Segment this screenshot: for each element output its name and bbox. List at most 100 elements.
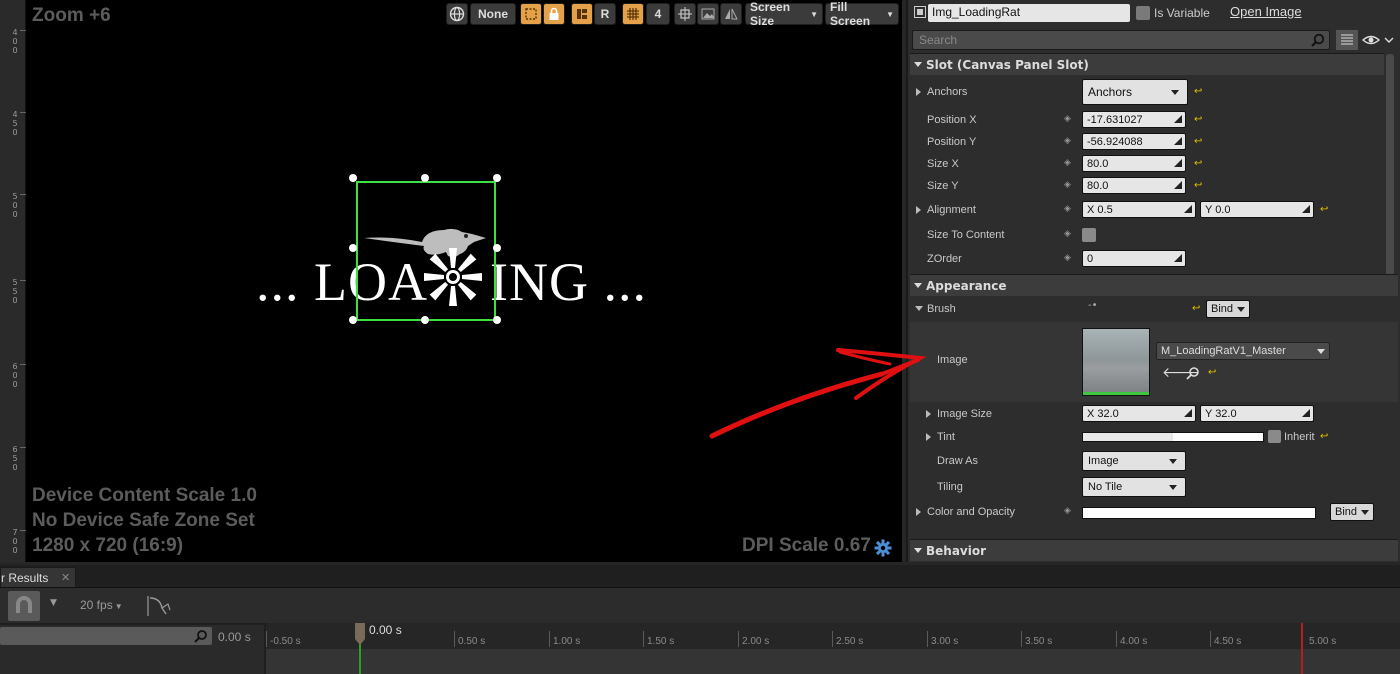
binding-diamond-icon[interactable]: ◈ [1064,506,1071,516]
color-opacity-swatch[interactable] [1082,507,1316,519]
size-x-label: Size X [927,158,959,170]
curve-editor-icon[interactable] [142,594,176,618]
image-asset-dropdown[interactable]: M_LoadingRatV1_Master [1156,342,1330,360]
expand-arrow-icon[interactable] [916,206,921,214]
timeline-tick-label: 4.00 s [1120,636,1148,647]
results-tab-label: r Results [1,571,49,585]
image-size-x-input[interactable]: X 32.0 [1082,405,1196,422]
inherit-checkbox[interactable] [1268,430,1281,443]
timeline-tick [738,631,739,647]
chevron-down-icon[interactable]: ▼ [50,598,57,608]
property-matrix-icon[interactable] [1336,30,1358,50]
slot-section-header[interactable]: Slot (Canvas Panel Slot) [910,53,1384,75]
resize-handle[interactable] [421,316,429,324]
transform-mode-icon[interactable] [520,3,542,25]
position-x-input[interactable]: -17.631027 [1082,111,1186,128]
drag-handle-icon [1184,205,1192,213]
reset-arrow-icon[interactable]: ↩ [1194,87,1203,97]
fps-dropdown[interactable]: 20 fps ▼ [80,598,123,612]
screen-size-dropdown[interactable]: Screen Size ▼ [745,0,823,28]
scrollbar[interactable] [1386,54,1394,276]
position-y-input[interactable]: -56.924088 [1082,133,1186,150]
draw-as-dropdown[interactable]: Image [1082,451,1186,471]
mirror-icon[interactable] [720,3,742,25]
behavior-section-header[interactable]: Behavior [910,539,1398,561]
image-preview-icon[interactable] [697,3,719,25]
position-x-label: Position X [927,114,977,126]
track-search-input[interactable] [0,627,212,645]
visibility-eye-icon[interactable] [1362,32,1394,48]
reset-arrow-icon[interactable]: ↩ [1194,181,1203,191]
reset-arrow-icon[interactable]: ↩ [1194,115,1203,125]
gear-icon[interactable] [874,539,892,557]
playhead-handle[interactable] [354,623,366,645]
reset-arrow-icon[interactable]: ↩ [1192,304,1201,314]
appearance-section-header[interactable]: Appearance [910,274,1398,296]
binding-diamond-icon[interactable]: ◈ [1064,204,1071,214]
binding-diamond-icon[interactable]: ◈ [1064,114,1071,124]
resize-handle[interactable] [493,174,501,182]
expand-arrow-icon[interactable] [916,88,921,96]
zorder-input[interactable]: 0 [1082,250,1186,267]
expand-arrow-icon[interactable] [916,508,921,516]
binding-diamond-icon[interactable]: ◈ [1064,158,1071,168]
image-thumbnail[interactable] [1082,328,1150,396]
color-bind-button[interactable]: Bind [1330,503,1374,521]
search-icon[interactable] [1311,33,1325,47]
resize-handle[interactable] [349,244,357,252]
alignment-x-input[interactable]: X 0.5 [1082,201,1196,218]
size-y-input[interactable]: 80.0 [1082,177,1186,194]
position-y-value: -56.924088 [1087,136,1143,148]
binding-diamond-icon[interactable]: ◈ [1064,253,1071,263]
fill-screen-dropdown[interactable]: Fill Screen ▼ [825,0,899,28]
binding-diamond-icon[interactable]: ◈ [1064,136,1071,146]
end-marker[interactable] [1301,623,1303,674]
reset-arrow-icon[interactable]: ↩ [1208,368,1217,378]
magnet-snap-icon[interactable] [8,591,40,621]
designer-viewport[interactable]: Zoom +6 None R 4 Screen Size ▼ Fill Scree… [26,0,902,562]
search-icon[interactable] [194,629,208,643]
selection-box[interactable] [356,181,496,321]
resize-handle[interactable] [349,174,357,182]
widget-name-input[interactable]: Img_LoadingRat [928,4,1130,22]
resize-handle[interactable] [349,316,357,324]
brush-bind-button[interactable]: Bind [1206,300,1250,318]
reset-arrow-icon[interactable]: ↩ [1194,159,1203,169]
browse-search-icon[interactable] [1186,366,1200,380]
reset-arrow-icon[interactable]: ↩ [1194,137,1203,147]
is-variable-label: Is Variable [1154,6,1210,20]
size-x-input[interactable]: 80.0 [1082,155,1186,172]
open-image-link[interactable]: Open Image [1230,4,1302,19]
fit-icon[interactable] [674,3,696,25]
size-y-label: Size Y [927,180,959,192]
timeline-toolbar: ▼ 20 fps ▼ [0,587,1400,623]
close-icon[interactable]: ✕ [61,571,70,584]
resize-handle[interactable] [493,316,501,324]
image-size-y-input[interactable]: Y 32.0 [1200,405,1314,422]
reset-arrow-icon[interactable]: ↩ [1320,205,1329,215]
resize-handle[interactable] [493,244,501,252]
color-opacity-label: Color and Opacity [927,506,1016,518]
collapse-arrow-icon[interactable] [915,306,923,311]
timeline-ruler[interactable]: -0.50 s 0.50 s 1.00 s 1.50 s 2.00 s 2.50… [266,623,1400,674]
layout-icon[interactable] [571,3,593,25]
results-tab[interactable]: r Results ✕ [0,567,76,587]
grid-size-dropdown[interactable]: 4 [646,3,670,25]
tint-color-swatch[interactable] [1082,432,1264,442]
search-input[interactable]: Search [912,30,1330,50]
r-toggle-button[interactable]: R [594,3,616,25]
size-to-content-checkbox[interactable] [1082,228,1096,242]
globe-icon[interactable] [446,3,468,25]
is-variable-checkbox[interactable] [1136,6,1150,20]
tiling-dropdown[interactable]: No Tile [1082,477,1186,497]
resize-handle[interactable] [421,174,429,182]
lock-icon[interactable] [543,3,565,25]
alignment-y-input[interactable]: Y 0.0 [1200,201,1314,218]
reset-arrow-icon[interactable]: ↩ [1320,432,1329,442]
binding-diamond-icon[interactable]: ◈ [1064,180,1071,190]
binding-diamond-icon[interactable]: ◈ [1064,229,1071,239]
anchors-dropdown[interactable]: Anchors [1082,79,1188,105]
grid-snap-icon[interactable] [622,3,644,25]
localization-dropdown[interactable]: None [470,3,516,25]
localization-label: None [478,7,508,21]
